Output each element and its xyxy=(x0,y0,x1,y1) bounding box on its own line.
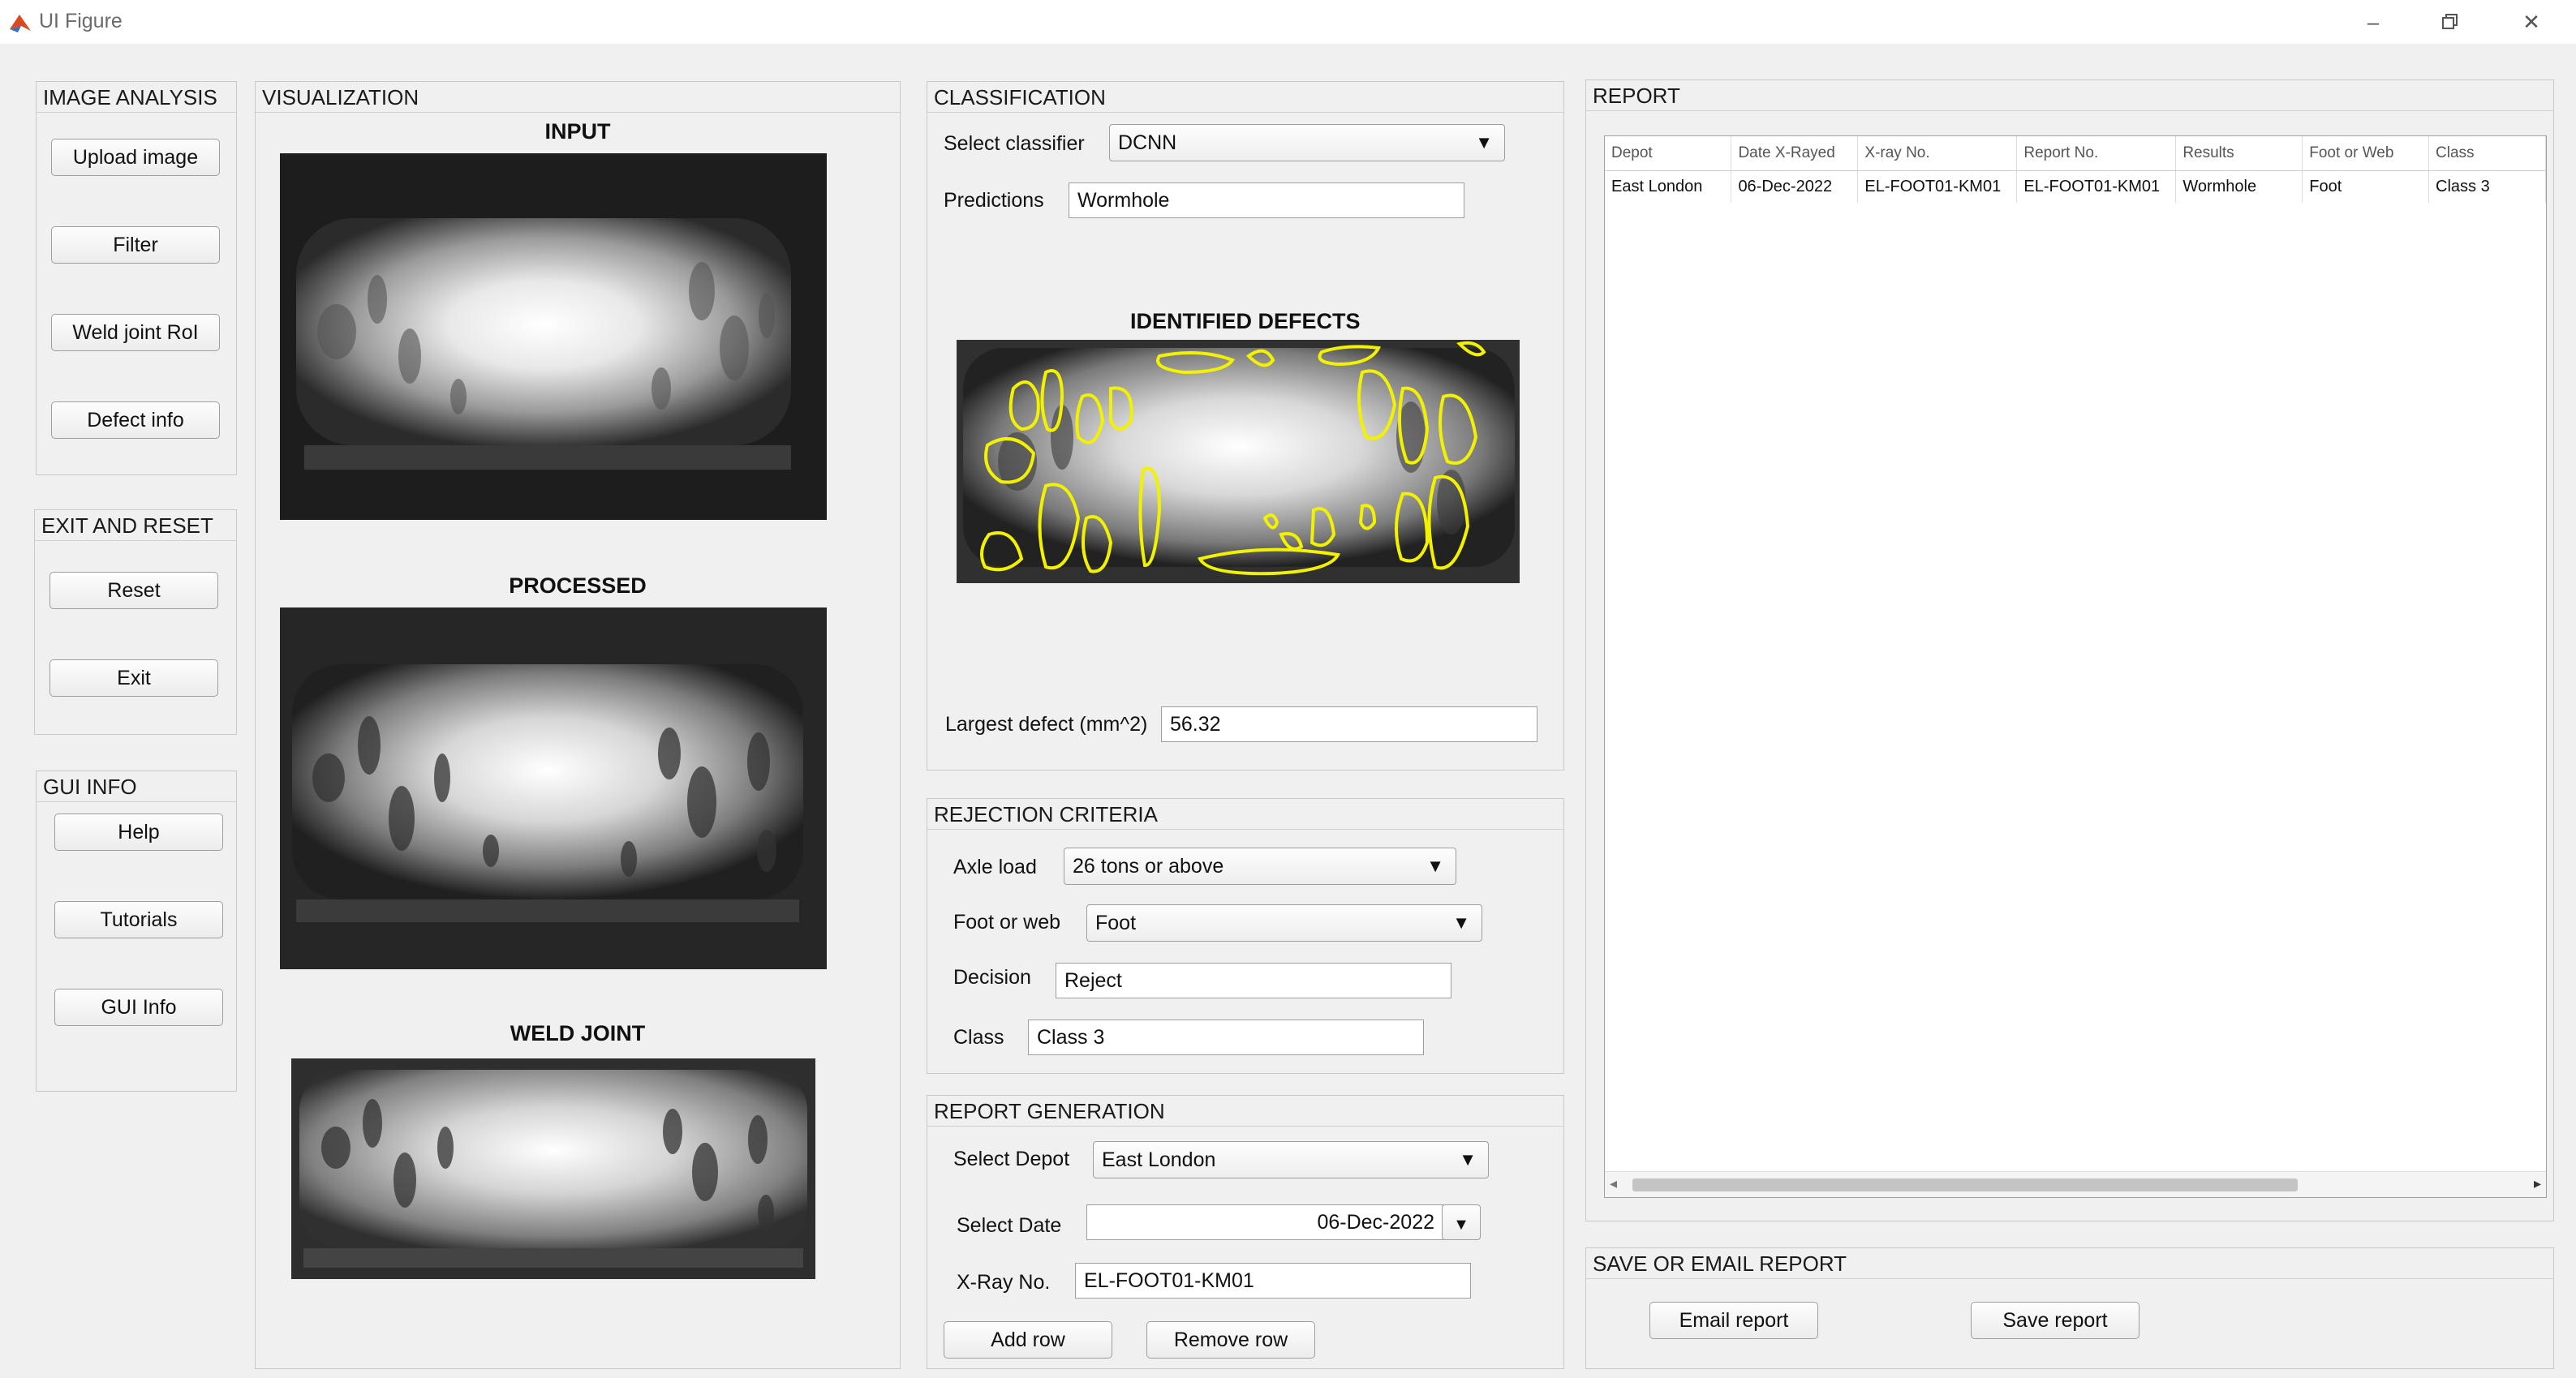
select-depot-label: Select Depot xyxy=(953,1148,1070,1170)
add-row-button[interactable]: Add row xyxy=(944,1321,1112,1359)
identified-defects-image xyxy=(957,340,1520,583)
predictions-field[interactable]: Wormhole xyxy=(1069,182,1464,218)
save-email-panel: SAVE OR EMAIL REPORT Email report Save r… xyxy=(1585,1247,2554,1369)
report-panel: REPORT Depot Date X-Rayed X-ray No. Repo… xyxy=(1585,79,2554,1221)
column-header-report[interactable]: Report No. xyxy=(2016,136,2177,171)
remove-row-button[interactable]: Remove row xyxy=(1146,1321,1315,1359)
largest-defect-label: Largest defect (mm^2) xyxy=(945,713,1148,736)
date-field[interactable]: 06-Dec-2022 xyxy=(1086,1204,1443,1240)
panel-title: SAVE OR EMAIL REPORT xyxy=(1586,1248,2553,1279)
panel-title: CLASSIFICATION xyxy=(927,82,1563,113)
upload-image-button[interactable]: Upload image xyxy=(51,139,220,176)
classifier-dropdown[interactable]: DCNN ▼ xyxy=(1109,124,1505,161)
horizontal-scrollbar[interactable]: ◂ ▸ xyxy=(1605,1171,2546,1197)
gui-info-panel: GUI INFO Help Tutorials GUI Info xyxy=(36,771,237,1092)
predictions-label: Predictions xyxy=(944,189,1044,212)
input-image xyxy=(280,153,827,520)
table-cell[interactable]: EL-FOOT01-KM01 xyxy=(2016,170,2177,203)
save-report-button[interactable]: Save report xyxy=(1971,1302,2139,1339)
filter-button[interactable]: Filter xyxy=(51,226,220,264)
processed-image-title: PROCESSED xyxy=(509,573,647,598)
table-cell[interactable]: Foot xyxy=(2302,170,2430,203)
column-header-date[interactable]: Date X-Rayed xyxy=(1731,136,1859,171)
exit-button[interactable]: Exit xyxy=(49,659,218,697)
panel-title: IMAGE ANALYSIS xyxy=(37,82,236,113)
minimize-icon[interactable]: – xyxy=(2349,5,2398,39)
foot-or-web-dropdown[interactable]: Foot ▼ xyxy=(1086,904,1482,942)
column-header-class[interactable]: Class xyxy=(2428,136,2546,171)
calendar-dropdown-icon: ▼ xyxy=(1453,1216,1469,1234)
window-title: UI Figure xyxy=(39,10,123,32)
processed-image xyxy=(280,607,827,969)
scroll-right-icon[interactable]: ▸ xyxy=(2534,1175,2541,1192)
matlab-icon xyxy=(8,11,32,34)
xray-no-field[interactable]: EL-FOOT01-KM01 xyxy=(1075,1263,1471,1299)
classifier-label: Select classifier xyxy=(944,132,1085,155)
scroll-left-icon[interactable]: ◂ xyxy=(1610,1175,1617,1192)
decision-field[interactable]: Reject xyxy=(1056,963,1451,998)
classification-panel: CLASSIFICATION Select classifier DCNN ▼ … xyxy=(927,81,1564,771)
restore-icon[interactable] xyxy=(2426,5,2475,39)
table-row[interactable]: East London 06-Dec-2022 EL-FOOT01-KM01 E… xyxy=(1605,170,2546,203)
largest-defect-field[interactable]: 56.32 xyxy=(1161,706,1537,742)
gui-info-button[interactable]: GUI Info xyxy=(54,989,223,1026)
email-report-button[interactable]: Email report xyxy=(1649,1302,1818,1339)
help-button[interactable]: Help xyxy=(54,813,223,851)
xray-no-label: X-Ray No. xyxy=(957,1271,1051,1294)
column-header-xray[interactable]: X-ray No. xyxy=(1857,136,2018,171)
select-date-label: Select Date xyxy=(957,1214,1062,1237)
table-cell[interactable]: 06-Dec-2022 xyxy=(1731,170,1859,203)
weld-joint-roi-button[interactable]: Weld joint RoI xyxy=(51,314,220,351)
exit-reset-panel: EXIT AND RESET Reset Exit xyxy=(34,509,237,735)
column-header-depot[interactable]: Depot xyxy=(1605,136,1732,171)
classifier-value: DCNN xyxy=(1118,131,1177,154)
class-label: Class xyxy=(953,1026,1004,1049)
depot-value: East London xyxy=(1102,1148,1216,1171)
column-header-results[interactable]: Results xyxy=(2175,136,2303,171)
panel-title: REPORT xyxy=(1586,80,2553,111)
report-generation-panel: REPORT GENERATION Select Depot East Lond… xyxy=(927,1095,1564,1369)
foot-or-web-value: Foot xyxy=(1095,912,1137,934)
table-cell[interactable]: East London xyxy=(1605,170,1732,203)
table-cell[interactable]: Class 3 xyxy=(2428,170,2546,203)
panel-title: EXIT AND RESET xyxy=(35,510,236,541)
input-image-title: INPUT xyxy=(544,119,611,144)
rejection-criteria-panel: REJECTION CRITERIA Axle load 26 tons or … xyxy=(927,798,1564,1074)
axle-load-value: 26 tons or above xyxy=(1073,855,1224,878)
axle-load-label: Axle load xyxy=(953,856,1037,878)
column-header-foot-web[interactable]: Foot or Web xyxy=(2302,136,2430,171)
table-cell[interactable]: Wormhole xyxy=(2175,170,2303,203)
identified-defects-title: IDENTIFIED DEFECTS xyxy=(1130,309,1361,333)
panel-title: VISUALIZATION xyxy=(256,82,900,113)
axle-load-dropdown[interactable]: 26 tons or above ▼ xyxy=(1064,848,1456,885)
visualization-panel: VISUALIZATION INPUT PROCESSED WELD JOINT xyxy=(255,81,901,1369)
weld-joint-image xyxy=(291,1058,815,1279)
scrollbar-thumb[interactable] xyxy=(1632,1178,2298,1191)
weld-joint-title: WELD JOINT xyxy=(510,1021,646,1045)
report-table-grid: Depot Date X-Rayed X-ray No. Report No. … xyxy=(1605,136,2546,203)
dropdown-arrow-icon: ▼ xyxy=(1475,132,1493,152)
decision-label: Decision xyxy=(953,966,1031,989)
reset-button[interactable]: Reset xyxy=(49,572,218,609)
title-bar: UI Figure – ✕ xyxy=(0,0,2576,44)
depot-dropdown[interactable]: East London ▼ xyxy=(1093,1141,1489,1178)
class-field[interactable]: Class 3 xyxy=(1028,1020,1424,1055)
table-cell[interactable]: EL-FOOT01-KM01 xyxy=(1857,170,2018,203)
panel-title: GUI INFO xyxy=(37,771,236,802)
table-header-row: Depot Date X-Rayed X-ray No. Report No. … xyxy=(1605,136,2546,171)
image-analysis-panel: IMAGE ANALYSIS Upload image Filter Weld … xyxy=(36,81,237,475)
dropdown-arrow-icon: ▼ xyxy=(1452,912,1470,933)
close-icon[interactable]: ✕ xyxy=(2507,5,2556,39)
panel-title: REPORT GENERATION xyxy=(927,1096,1563,1127)
report-table[interactable]: Depot Date X-Rayed X-ray No. Report No. … xyxy=(1604,135,2547,1198)
tutorials-button[interactable]: Tutorials xyxy=(54,901,223,938)
foot-or-web-label: Foot or web xyxy=(953,911,1061,934)
dropdown-arrow-icon: ▼ xyxy=(1426,856,1444,876)
date-picker-button[interactable]: ▼ xyxy=(1442,1204,1481,1240)
dropdown-arrow-icon: ▼ xyxy=(1459,1149,1477,1170)
panel-title: REJECTION CRITERIA xyxy=(927,799,1563,830)
defect-info-button[interactable]: Defect info xyxy=(51,401,220,439)
